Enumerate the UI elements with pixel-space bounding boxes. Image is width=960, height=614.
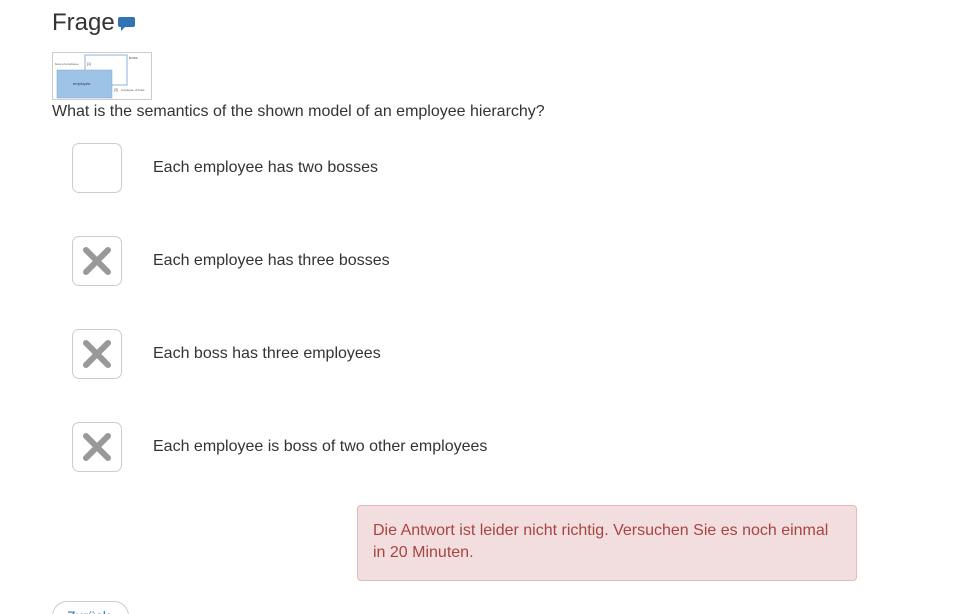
- employee-label: employee: [73, 81, 91, 86]
- answer-option-1[interactable]: Each employee has two bosses: [72, 143, 378, 193]
- comment-icon[interactable]: [117, 17, 135, 31]
- answer-label-1: Each employee has two bosses: [153, 159, 379, 176]
- back-button[interactable]: Zurück: [52, 601, 129, 614]
- cross-icon: [83, 340, 111, 368]
- answer-checkbox-2[interactable]: [72, 236, 122, 286]
- answer-option-2[interactable]: Each employee has three bosses: [72, 236, 390, 286]
- cross-icon: [83, 433, 111, 461]
- multiplicity-bottom: [3]: [114, 88, 118, 92]
- answer-checkbox-4[interactable]: [72, 422, 122, 472]
- answer-checkbox-3[interactable]: [72, 329, 122, 379]
- quiz-page: Frage boss boss of employee [1] employee…: [0, 0, 960, 614]
- question-text: What is the semantics of the shown model…: [52, 103, 545, 120]
- answer-option-3[interactable]: Each boss has three employees: [72, 329, 381, 379]
- employee-of-label: employee of boss: [121, 88, 145, 92]
- answer-label-4: Each employee is boss of two other emplo…: [153, 438, 488, 455]
- boss-of-label: boss of employee: [55, 62, 79, 66]
- answer-option-4[interactable]: Each employee is boss of two other emplo…: [72, 422, 487, 472]
- multiplicity-top: [1]: [87, 62, 91, 66]
- boss-label: boss: [129, 55, 137, 60]
- page-header: Frage: [52, 8, 135, 38]
- error-alert: Die Antwort ist leider nicht richtig. Ve…: [357, 505, 857, 581]
- answer-label-2: Each employee has three bosses: [153, 252, 390, 269]
- page-title: Frage: [52, 9, 115, 36]
- model-diagram-image: boss boss of employee [1] employee [3] e…: [52, 52, 152, 100]
- cross-icon: [83, 247, 111, 275]
- answer-label-3: Each boss has three employees: [153, 345, 381, 362]
- answer-checkbox-1[interactable]: [72, 143, 122, 193]
